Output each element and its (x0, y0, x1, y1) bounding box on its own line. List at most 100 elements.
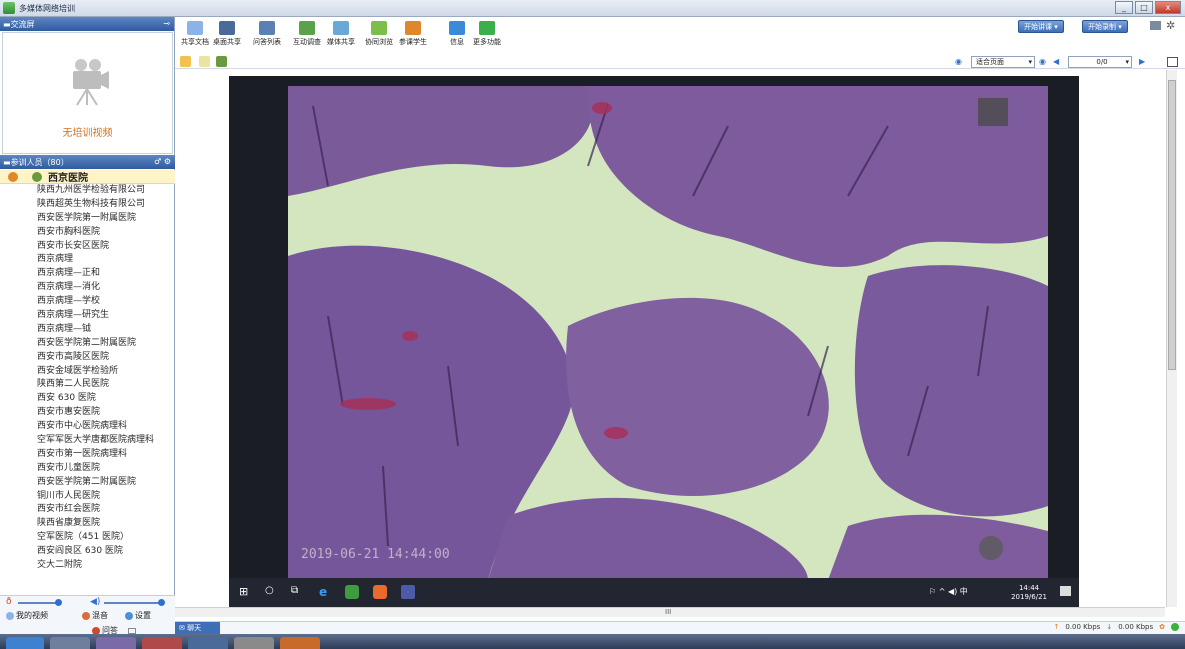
participant-item[interactable]: 西京病理—消化 (0, 281, 175, 295)
os-task-1[interactable] (50, 637, 90, 649)
zoom-select[interactable]: 适合页面 ▾ (971, 56, 1035, 68)
start-class-button[interactable]: 开始讲课 ▾ (1018, 20, 1064, 33)
zoom-value: 适合页面 (976, 58, 1004, 66)
participant-item[interactable]: 西安 630 医院 (0, 392, 175, 406)
tool-label: 更多功能 (473, 38, 501, 46)
os-task-6[interactable] (280, 637, 320, 649)
participants-collapse-icon[interactable]: ▬ (3, 158, 11, 167)
os-task-5[interactable] (234, 637, 274, 649)
tool-button-6[interactable]: 参课学生 (393, 21, 433, 47)
system-clock: 14:44 2019/6/21 (1011, 584, 1047, 602)
participant-item[interactable]: 西京病理—研究生 (0, 309, 175, 323)
qa-window-icon[interactable] (128, 627, 136, 634)
gear-icon[interactable]: ✲ (1166, 19, 1175, 32)
tool-label: 媒体共享 (327, 38, 355, 46)
participant-item[interactable]: 西京病理—正和 (0, 267, 175, 281)
my-video-button[interactable]: 我的视频 (6, 610, 48, 621)
os-task-3[interactable] (142, 637, 182, 649)
mix-button[interactable]: 混音 (82, 610, 108, 621)
tool-label: 问答列表 (253, 38, 281, 46)
start-record-label: 开始录制 (1088, 23, 1116, 31)
tool-button-2[interactable]: 问答列表 (247, 21, 287, 47)
zoom-in-icon[interactable]: ◉ (1039, 57, 1046, 66)
participant-item[interactable]: 西安医学院第一附属医院 (0, 212, 175, 226)
participant-item[interactable]: 西安市长安区医院 (0, 240, 175, 254)
participant-item[interactable]: 西安市中心医院病理科 (0, 420, 175, 434)
open-folder-icon[interactable] (180, 56, 191, 67)
participant-item[interactable]: 西安市第一医院病理科 (0, 448, 175, 462)
participant-item[interactable]: 陕西超英生物科技有限公司 (0, 198, 175, 212)
share-icon[interactable] (216, 56, 227, 67)
edge-icon: e (319, 585, 328, 599)
participants-title: 参训人员（80） (10, 157, 69, 167)
participant-item[interactable]: 西安市胸科医院 (0, 226, 175, 240)
participant-item[interactable]: 西安市儿童医院 (0, 462, 175, 476)
collapse-icon[interactable]: ▬ (3, 20, 11, 29)
zoom-out-icon[interactable]: ◉ (955, 57, 962, 66)
participant-item[interactable]: 西京病理 (0, 253, 175, 267)
mic-icon[interactable]: ð (6, 597, 12, 607)
my-video-icon (6, 611, 14, 620)
minimize-button[interactable]: _ (1115, 1, 1133, 14)
image-timestamp: 2019-06-21 14:44:00 (301, 547, 450, 562)
os-start-button[interactable] (6, 637, 44, 649)
participant-item[interactable]: 交大二附院 (0, 559, 175, 573)
start-record-button[interactable]: 开始录制 ▾ (1082, 20, 1128, 33)
participant-item[interactable]: 西安医学院第二附属医院 (0, 476, 175, 490)
participant-item[interactable]: 陕西九州医学检验有限公司 (0, 184, 175, 198)
participants-tools-icon[interactable]: ♂ ⚙ (154, 157, 171, 166)
participant-item[interactable]: 西安市红会医院 (0, 503, 175, 517)
tool-icon (187, 21, 203, 35)
close-button[interactable]: x (1155, 1, 1181, 14)
participant-item[interactable]: 西安阎良区 630 医院 (0, 545, 175, 559)
vertical-scrollbar[interactable] (1166, 70, 1177, 607)
window-titlebar: 多媒体网络培训 _ □ x (0, 0, 1185, 17)
tool-button-1[interactable]: 桌面共享 (207, 21, 247, 47)
participant-item[interactable]: 铜川市人民医院 (0, 490, 175, 504)
vertical-scroll-thumb[interactable] (1168, 80, 1176, 370)
tree-root[interactable]: 西京医院 (0, 170, 175, 184)
app-icon-orange (373, 585, 387, 599)
shared-taskbar: ⊞ ○ ⧉ e ⚐ ^ ◀) 中 14:44 2019/6/21 (229, 578, 1079, 607)
clock-date: 2019/6/21 (1011, 593, 1047, 601)
layout-icon[interactable] (1150, 21, 1161, 30)
chat-tab[interactable]: ✉ 聊天 (175, 622, 220, 634)
status-icon-green (1171, 623, 1179, 631)
new-document-icon[interactable] (199, 56, 210, 67)
app-icon-green (345, 585, 359, 599)
horizontal-scrollbar[interactable]: III (175, 607, 1165, 617)
hscroll-grip[interactable]: III (665, 608, 671, 616)
org-icon (32, 171, 42, 182)
speaker-slider[interactable] (104, 602, 162, 604)
participant-item[interactable]: 西安市惠安医院 (0, 406, 175, 420)
participant-item[interactable]: 空军医院（451 医院） (0, 531, 175, 545)
page-select[interactable]: 0/0 ▾ (1068, 56, 1132, 68)
settings-button[interactable]: 设置 (125, 610, 151, 621)
settings-label: 设置 (135, 611, 151, 620)
fit-window-icon[interactable] (1167, 57, 1178, 67)
next-page-icon[interactable]: ▶ (1139, 57, 1145, 66)
participant-item[interactable]: 陕西第二人民医院 (0, 378, 175, 392)
camera-icon (73, 59, 109, 106)
speaker-icon[interactable]: ◀) (90, 597, 100, 607)
participant-item[interactable]: 西京病理—钺 (0, 323, 175, 337)
tool-button-4[interactable]: 媒体共享 (321, 21, 361, 47)
notification-icon (1060, 586, 1071, 596)
participant-item[interactable]: 西安市高陵区医院 (0, 351, 175, 365)
speaker-slider-knob[interactable] (158, 599, 165, 606)
tool-button-8[interactable]: 更多功能 (467, 21, 507, 47)
video-panel-title: 交流屏 (10, 19, 35, 29)
mic-slider[interactable] (18, 602, 58, 604)
pin-icon[interactable]: ⊸ (163, 19, 170, 28)
participant-item[interactable]: 西安医学院第二附属医院 (0, 337, 175, 351)
participant-item[interactable]: 西京病理—学校 (0, 295, 175, 309)
mic-slider-knob[interactable] (55, 599, 62, 606)
os-task-4[interactable] (188, 637, 228, 649)
prev-page-icon[interactable]: ◀ (1053, 57, 1059, 66)
chat-tab-label: 聊天 (187, 624, 202, 632)
participant-item[interactable]: 空军军医大学唐都医院病理科 (0, 434, 175, 448)
maximize-button[interactable]: □ (1135, 1, 1153, 14)
participant-item[interactable]: 陕西省康复医院 (0, 517, 175, 531)
os-task-2[interactable] (96, 637, 136, 649)
participant-item[interactable]: 西安金域医学检验所 (0, 365, 175, 379)
